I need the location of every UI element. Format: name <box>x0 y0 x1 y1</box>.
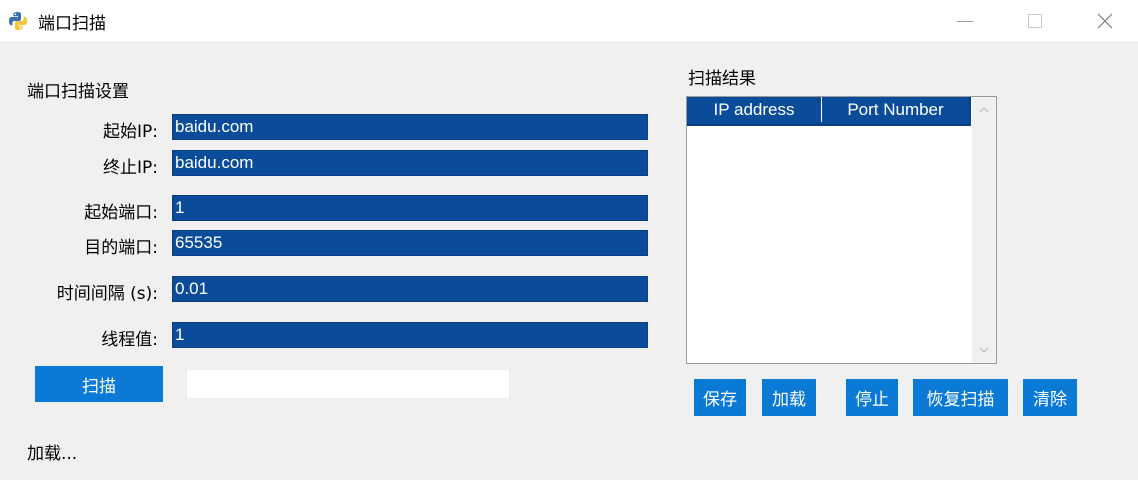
minimize-button[interactable] <box>942 0 988 42</box>
stop-button[interactable]: 停止 <box>846 379 898 416</box>
start-port-label: 起始端口: <box>84 203 158 223</box>
maximize-button[interactable] <box>1012 0 1058 42</box>
dest-port-label: 目的端口: <box>84 238 158 258</box>
maximize-icon <box>1028 14 1042 28</box>
interval-input[interactable] <box>172 276 648 302</box>
column-header-ip[interactable]: IP address <box>687 97 822 122</box>
title-bar: 端口扫描 <box>0 0 1138 43</box>
close-button[interactable] <box>1082 0 1128 42</box>
load-button[interactable]: 加载 <box>762 379 816 416</box>
column-header-port[interactable]: Port Number <box>822 97 971 122</box>
app-window: 端口扫描 端口扫描设置 起始IP: 终止IP: 起始端口: 目的端口: 时间间隔… <box>0 0 1138 480</box>
scan-button[interactable]: 扫描 <box>35 366 163 402</box>
results-scrollbar[interactable] <box>972 97 996 363</box>
thread-count-label: 线程值: <box>101 330 158 350</box>
end-ip-input[interactable] <box>172 150 648 176</box>
scroll-down-icon[interactable] <box>972 339 996 361</box>
results-table-header: IP address Port Number <box>687 97 971 126</box>
clear-button[interactable]: 清除 <box>1023 379 1077 416</box>
interval-label: 时间间隔 (s): <box>56 284 158 304</box>
results-section-title: 扫描结果 <box>688 69 756 89</box>
window-title: 端口扫描 <box>38 14 106 34</box>
save-button[interactable]: 保存 <box>694 379 746 416</box>
start-port-input[interactable] <box>172 195 648 221</box>
thread-count-input[interactable] <box>172 322 648 348</box>
scan-progress-bar <box>186 369 510 399</box>
start-ip-label: 起始IP: <box>103 122 158 142</box>
resume-scan-button[interactable]: 恢复扫描 <box>913 379 1008 416</box>
dest-port-input[interactable] <box>172 230 648 256</box>
python-icon <box>9 12 27 30</box>
scroll-up-icon[interactable] <box>972 99 996 121</box>
start-ip-input[interactable] <box>172 114 648 140</box>
status-text: 加载... <box>27 444 78 464</box>
settings-section-title: 端口扫描设置 <box>27 82 129 102</box>
close-icon <box>1097 13 1113 29</box>
minimize-icon <box>957 20 973 22</box>
results-table[interactable]: IP address Port Number <box>686 96 997 364</box>
end-ip-label: 终止IP: <box>103 158 158 178</box>
